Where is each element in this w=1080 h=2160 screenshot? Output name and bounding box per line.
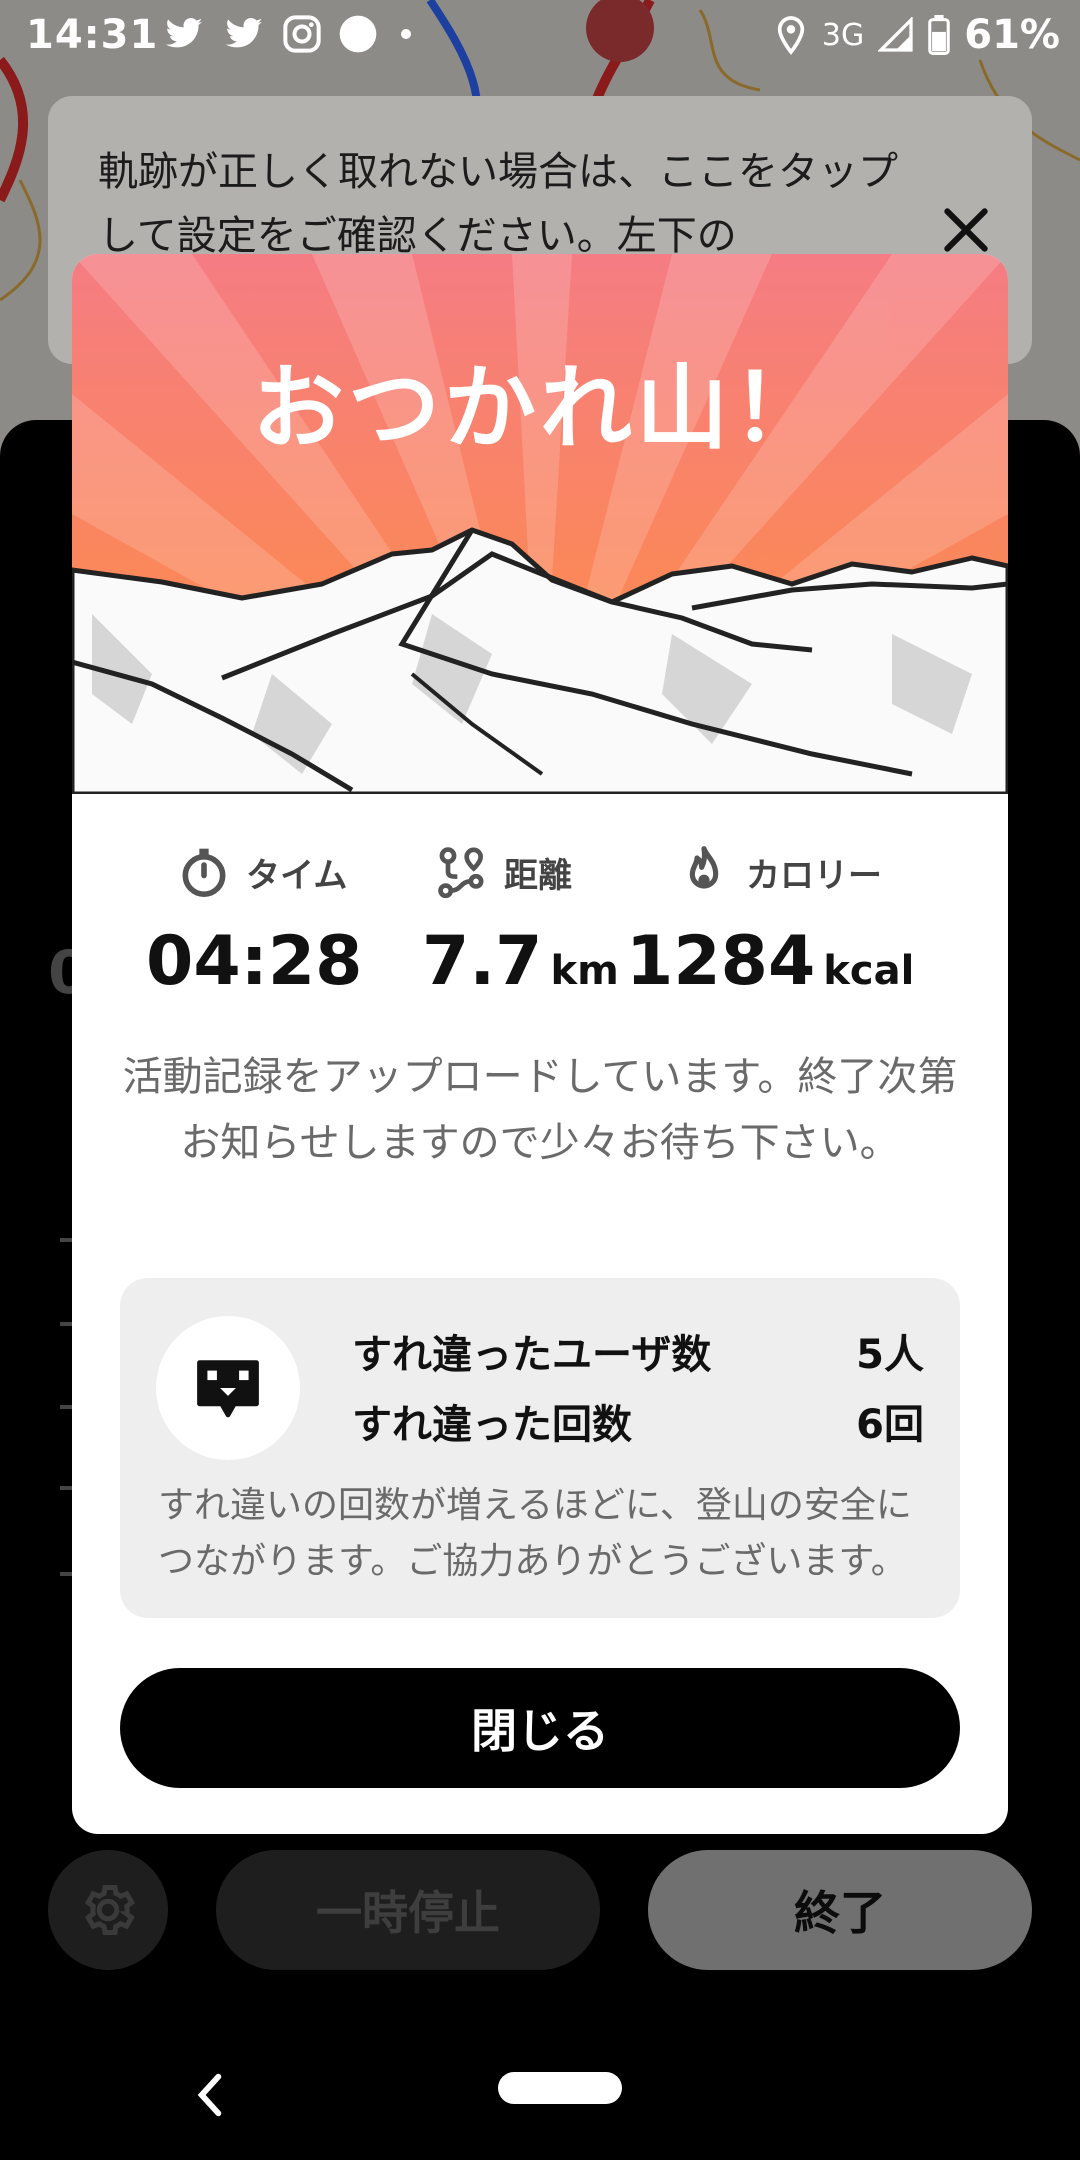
stat-calories: カロリー 1284 kcal bbox=[626, 842, 915, 1002]
location-icon bbox=[777, 16, 805, 55]
activity-controls: 一時停止 終了 bbox=[0, 1850, 1080, 1970]
stat-calories-label: カロリー bbox=[746, 855, 882, 896]
end-button[interactable]: 終了 bbox=[648, 1850, 1032, 1970]
gear-icon bbox=[84, 1885, 136, 1935]
passing-avatar bbox=[156, 1316, 300, 1460]
stat-distance: 距離 7.7 km bbox=[422, 842, 619, 1002]
passing-users-label: すれ違ったユーザ数 bbox=[352, 1332, 712, 1378]
passing-count-label: すれ違った回数 bbox=[352, 1402, 632, 1448]
passing-count-value: 6回 bbox=[856, 1402, 924, 1448]
stat-time-label: タイム bbox=[246, 855, 348, 896]
banner-text: 軌跡が正しく取れない場合は、ここをタップして設定をご確認ください。左下の bbox=[98, 149, 898, 259]
activity-summary-dialog: おつかれ山！ タイム 04:28 距離 7.7 km カロリー 1284 kca… bbox=[72, 254, 1008, 1834]
network-type: 3G bbox=[821, 17, 865, 53]
close-button[interactable]: 閉じる bbox=[120, 1668, 960, 1788]
status-time: 14:31 bbox=[26, 12, 159, 58]
passing-note: すれ違いの回数が増えるほどに、登山の安全につながります。ご協力ありがとうございま… bbox=[158, 1485, 912, 1582]
passing-card: すれ違ったユーザ数 5人 すれ違った回数 6回 すれ違いの回数が増えるほどに、登… bbox=[120, 1278, 960, 1618]
twitter-icon bbox=[165, 18, 203, 48]
stat-calories-unit: kcal bbox=[823, 948, 915, 994]
chat-face-icon bbox=[197, 1360, 259, 1418]
signal-icon bbox=[878, 17, 913, 52]
passing-count-row: すれ違った回数 6回 bbox=[352, 1392, 924, 1450]
home-pill[interactable] bbox=[498, 2072, 622, 2104]
dialog-title: おつかれ山！ bbox=[251, 355, 828, 462]
pause-button[interactable]: 一時停止 bbox=[216, 1850, 600, 1970]
back-icon[interactable] bbox=[190, 2070, 230, 2120]
instagram-icon bbox=[283, 15, 321, 53]
status-bar: 14:31 3G 61% bbox=[0, 0, 1080, 72]
circle-icon bbox=[339, 15, 377, 53]
stat-time: タイム 04:28 bbox=[146, 842, 362, 1002]
upload-message: 活動記録をアップロードしています。終了次第お知らせしますので少々お待ち下さい。 bbox=[122, 1054, 958, 1166]
stat-distance-unit: km bbox=[550, 948, 619, 994]
stat-distance-value: 7.7 bbox=[422, 922, 543, 1001]
stat-distance-label: 距離 bbox=[504, 855, 572, 896]
close-icon[interactable] bbox=[938, 202, 994, 258]
passing-users-row: すれ違ったユーザ数 5人 bbox=[352, 1322, 924, 1380]
passing-users-value: 5人 bbox=[856, 1332, 924, 1378]
notification-icons bbox=[162, 14, 418, 54]
dot-icon bbox=[401, 29, 411, 39]
twitter-icon bbox=[225, 18, 263, 48]
stat-time-value: 04:28 bbox=[146, 922, 363, 1001]
status-right: 3G 61% bbox=[774, 12, 1060, 58]
stat-calories-value: 1284 bbox=[626, 922, 816, 1001]
settings-button[interactable] bbox=[48, 1850, 168, 1970]
flame-icon bbox=[689, 846, 719, 889]
route-icon bbox=[438, 847, 484, 899]
battery-icon bbox=[928, 15, 951, 55]
stopwatch-icon bbox=[182, 848, 226, 897]
battery-percent: 61% bbox=[964, 12, 1060, 58]
activity-stats: タイム 04:28 距離 7.7 km カロリー 1284 kcal bbox=[72, 842, 1008, 1002]
hero-illustration: おつかれ山！ bbox=[72, 254, 1008, 794]
